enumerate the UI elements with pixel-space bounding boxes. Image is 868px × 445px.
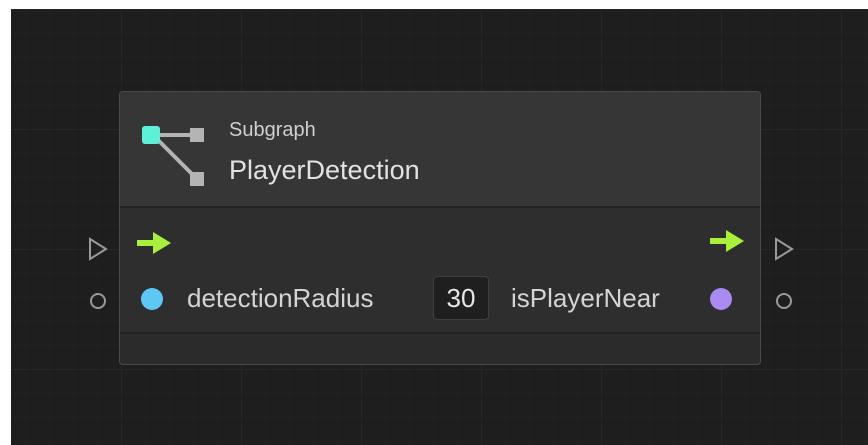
output-exec-port-icon[interactable]	[773, 237, 795, 261]
subgraph-node[interactable]: Subgraph PlayerDetection detectionRadius…	[119, 91, 761, 365]
detection-radius-label: detectionRadius	[187, 283, 374, 313]
node-header[interactable]: Subgraph PlayerDetection	[120, 92, 760, 208]
graph-canvas[interactable]: Subgraph PlayerDetection detectionRadius…	[11, 9, 868, 445]
input-data-port-icon[interactable]	[89, 292, 107, 310]
input-exec-port-icon[interactable]	[87, 237, 109, 261]
is-player-near-port-dot[interactable]	[710, 288, 732, 310]
is-player-near-label: isPlayerNear	[511, 283, 660, 313]
output-data-port-icon[interactable]	[775, 292, 793, 310]
flow-out-arrow-icon[interactable]	[710, 230, 744, 252]
flow-in-arrow-icon[interactable]	[137, 232, 171, 254]
detection-radius-value-field[interactable]: 30	[433, 276, 489, 320]
detection-radius-port-dot[interactable]	[141, 288, 163, 310]
node-footer	[120, 334, 760, 364]
node-kind-label: Subgraph	[229, 119, 316, 141]
subgraph-icon	[142, 126, 204, 186]
node-title: PlayerDetection	[229, 155, 420, 185]
